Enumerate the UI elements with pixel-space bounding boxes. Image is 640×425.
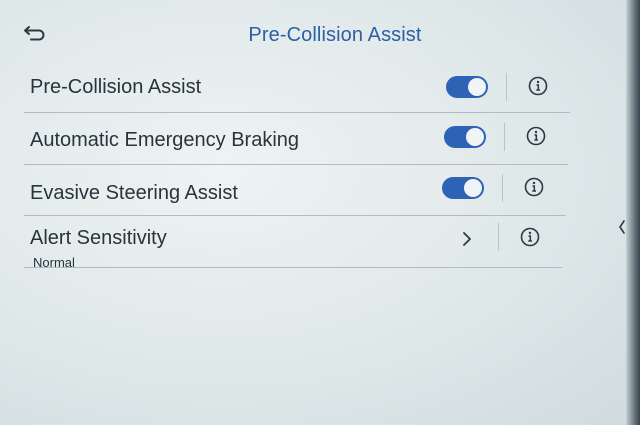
setting-label: Evasive Steering Assist xyxy=(30,182,238,204)
setting-value: Normal xyxy=(33,255,75,270)
chevron-right-icon[interactable] xyxy=(460,229,474,249)
info-icon[interactable] xyxy=(524,177,544,197)
toggle-knob xyxy=(466,128,484,146)
info-icon[interactable] xyxy=(526,126,546,146)
setting-label: Automatic Emergency Braking xyxy=(30,129,300,151)
pre-collision-assist-toggle[interactable] xyxy=(446,76,488,98)
back-arrow-icon xyxy=(24,26,45,41)
setting-row-evasive-steering-assist: Evasive Steering Assist xyxy=(24,165,566,216)
page-title: Pre-Collision Assist xyxy=(248,24,422,46)
back-button[interactable] xyxy=(22,20,48,46)
divider xyxy=(502,174,503,202)
info-icon[interactable] xyxy=(520,227,540,247)
setting-row-alert-sensitivity[interactable]: Alert Sensitivity Normal xyxy=(24,215,562,270)
toggle-knob xyxy=(464,179,482,197)
automatic-emergency-braking-toggle[interactable] xyxy=(444,126,486,148)
setting-label: Alert Sensitivity xyxy=(30,227,167,249)
divider xyxy=(504,123,505,151)
chevron-left-icon[interactable] xyxy=(616,218,628,236)
divider xyxy=(498,223,499,251)
divider xyxy=(506,73,507,101)
screen-bezel xyxy=(626,0,640,425)
setting-row-pre-collision-assist: Pre-Collision Assist xyxy=(24,62,570,113)
setting-label: Pre-Collision Assist xyxy=(30,76,202,98)
setting-row-automatic-emergency-braking: Automatic Emergency Braking xyxy=(24,114,568,165)
evasive-steering-assist-toggle[interactable] xyxy=(442,177,484,199)
toggle-knob xyxy=(468,78,486,96)
info-icon[interactable] xyxy=(528,76,548,96)
